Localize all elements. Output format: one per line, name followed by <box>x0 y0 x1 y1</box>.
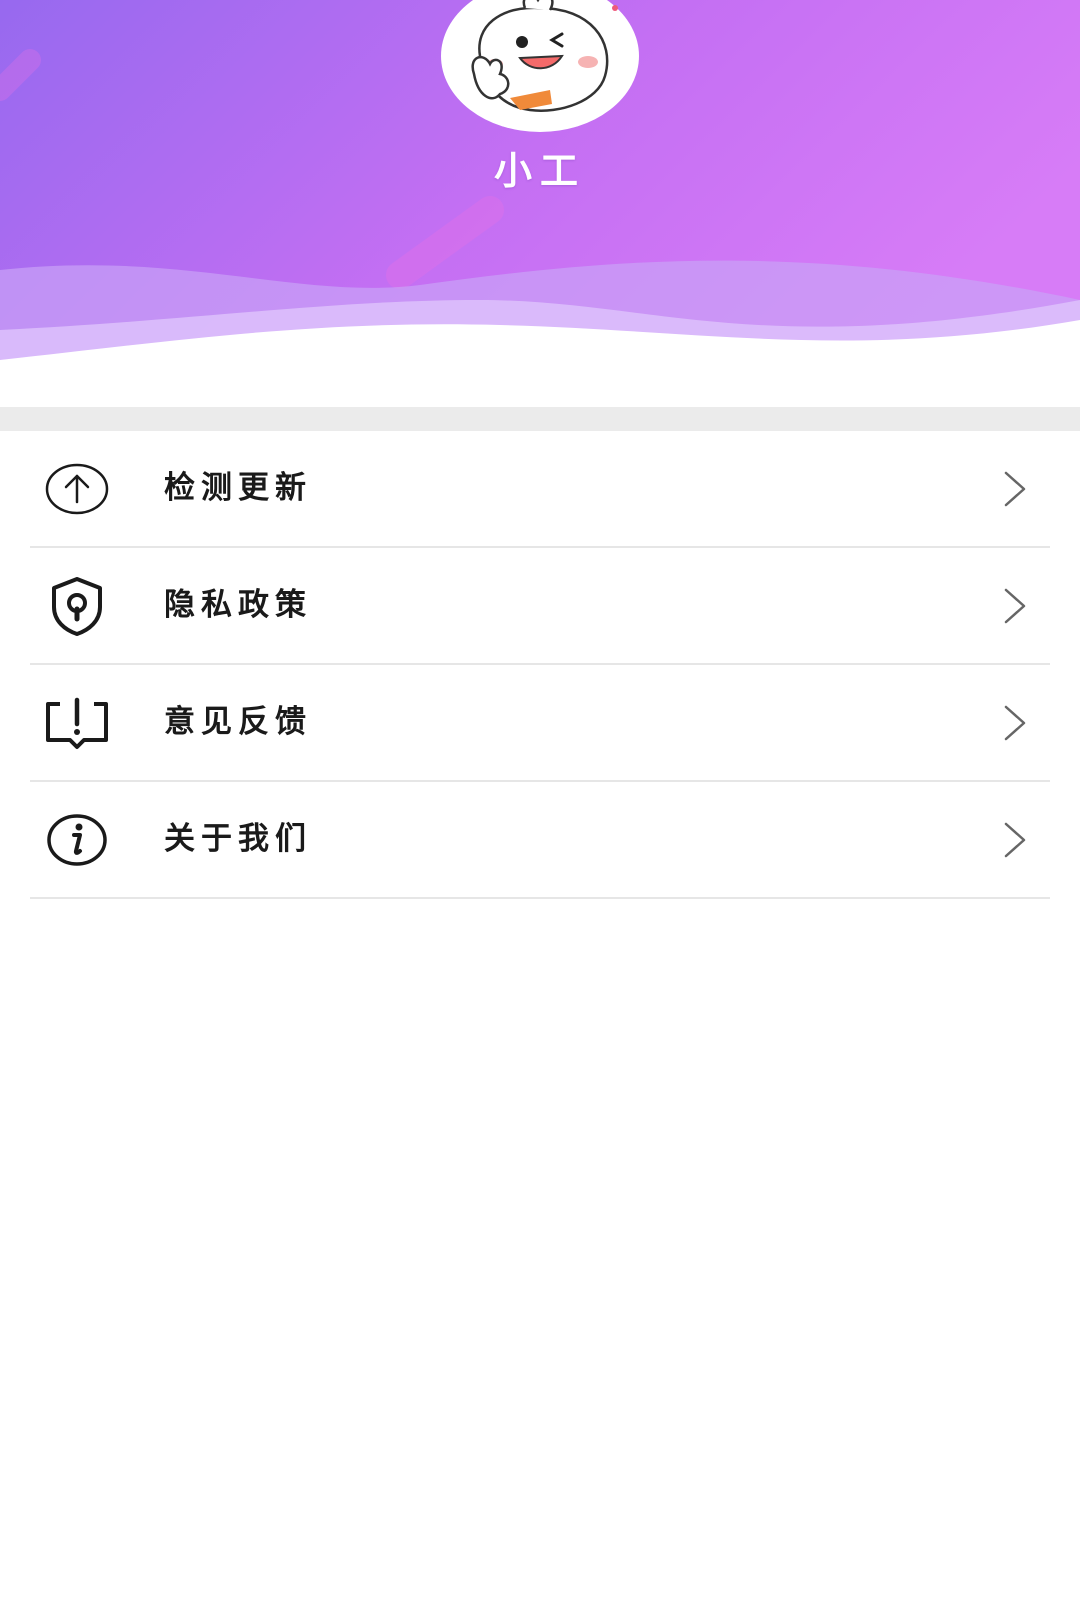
upload-arrow-icon <box>45 463 109 515</box>
chevron-right-icon <box>1004 588 1026 624</box>
menu-item-feedback[interactable]: 意见反馈 <box>30 665 1050 782</box>
info-icon <box>47 814 107 866</box>
chevron-right-icon <box>1004 822 1026 858</box>
feedback-alert-icon <box>46 697 108 749</box>
menu-item-check-update[interactable]: 检测更新 <box>30 431 1050 548</box>
profile-header: 小工 <box>0 0 1080 420</box>
settings-menu: 检测更新 隐私政策 意见反馈 关于我们 <box>0 431 1080 899</box>
menu-item-label: 关于我们 <box>164 821 312 857</box>
chevron-right-icon <box>1004 705 1026 741</box>
avatar[interactable] <box>440 0 640 136</box>
menu-item-label: 检测更新 <box>164 470 312 506</box>
menu-item-about-us[interactable]: 关于我们 <box>30 782 1050 899</box>
section-divider <box>0 407 1080 431</box>
menu-item-label: 意见反馈 <box>164 704 312 740</box>
shield-lock-icon <box>52 577 102 636</box>
menu-item-label: 隐私政策 <box>164 587 312 623</box>
profile-username: 小工 <box>493 148 586 193</box>
chevron-right-icon <box>1004 471 1026 507</box>
menu-item-privacy-policy[interactable]: 隐私政策 <box>30 548 1050 665</box>
